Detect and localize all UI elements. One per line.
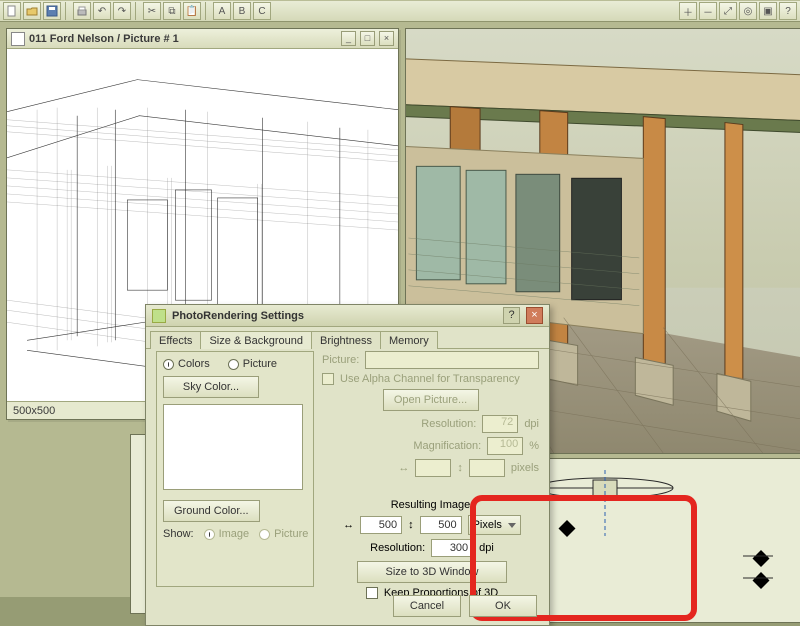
tool-redo-icon[interactable]: ↷ — [113, 2, 131, 20]
radio-colors[interactable]: Colors — [163, 358, 210, 370]
tool-save-icon[interactable] — [43, 2, 61, 20]
sky-color-swatch[interactable] — [163, 404, 303, 490]
tool-b-icon[interactable]: B — [233, 2, 251, 20]
minimize-button[interactable]: _ — [341, 31, 356, 46]
preview-sys-icon — [11, 32, 25, 46]
dialog-app-icon — [152, 309, 166, 323]
tool-a-icon[interactable]: A — [213, 2, 231, 20]
maximize-button[interactable]: □ — [360, 31, 375, 46]
resulting-image-heading: Resulting Image: — [391, 499, 474, 511]
hv-arrow-icon: ↔ — [398, 462, 409, 474]
photorendering-settings-dialog: PhotoRendering Settings ? × Effects Size… — [145, 304, 550, 626]
plan-drawing — [527, 466, 787, 616]
tool-cut-icon[interactable]: ✂ — [143, 2, 161, 20]
tool-new-icon[interactable] — [3, 2, 21, 20]
result-height-field[interactable] — [420, 516, 462, 534]
tool-copy-icon[interactable]: ⧉ — [163, 2, 181, 20]
alpha-label: Use Alpha Channel for Transparency — [340, 373, 520, 385]
radio-picture[interactable]: Picture — [228, 358, 277, 370]
preview-titlebar[interactable]: 011 Ford Nelson / Picture # 1 _ □ × — [7, 29, 398, 49]
pic-mag-field: 100 — [487, 437, 523, 455]
dialog-title: PhotoRendering Settings — [172, 310, 497, 322]
tool-3d-icon[interactable]: ▣ — [759, 2, 777, 20]
plan-viewport-b[interactable] — [512, 458, 800, 623]
preview-size-label: 500x500 — [13, 405, 55, 417]
size-to-3d-button[interactable]: Size to 3D Window — [357, 561, 507, 583]
tab-size-background[interactable]: Size & Background — [200, 331, 312, 349]
dialog-body: Colors Picture Sky Color... Ground Color… — [146, 349, 549, 625]
radio-show-picture: Picture — [259, 528, 308, 540]
result-res-label: Resolution: — [370, 542, 425, 554]
pic-res-label: Resolution: — [421, 418, 476, 430]
result-unit-label: Pixels — [473, 519, 502, 531]
right-column: Picture: Use Alpha Channel for Transpare… — [322, 351, 539, 619]
radio-colors-label: Colors — [178, 358, 210, 370]
ok-button[interactable]: OK — [469, 595, 537, 617]
result-res-field[interactable] — [431, 539, 473, 557]
preview-title: 011 Ford Nelson / Picture # 1 — [29, 33, 337, 45]
radio-show-picture-label: Picture — [274, 528, 308, 540]
close-preview-button[interactable]: × — [379, 31, 394, 46]
vh-arrow-icon: ↕ — [457, 462, 463, 474]
picture-path-field — [365, 351, 539, 369]
radio-picture-label: Picture — [243, 358, 277, 370]
pic-res-field: 72 — [482, 415, 518, 433]
tool-c-icon[interactable]: C — [253, 2, 271, 20]
result-width-field[interactable] — [360, 516, 402, 534]
pic-res-unit: dpi — [524, 418, 539, 430]
dialog-help-button[interactable]: ? — [503, 307, 520, 324]
app-root: ↶ ↷ ✂ ⧉ 📋 A B C ＋ － ⤢ ◎ ▣ ? 011 Ford Nel… — [0, 0, 800, 597]
radio-show-image-label: Image — [219, 528, 250, 540]
open-picture-button: Open Picture... — [383, 389, 479, 411]
height-arrow-icon: ↕ — [408, 519, 414, 531]
tool-zoomin-icon[interactable]: ＋ — [679, 2, 697, 20]
cancel-button[interactable]: Cancel — [393, 595, 461, 617]
pic-px-unit: pixels — [511, 462, 539, 474]
show-label: Show: — [163, 528, 194, 540]
chevron-down-icon — [508, 523, 516, 528]
alpha-checkbox — [322, 373, 334, 385]
tool-fit-icon[interactable]: ⤢ — [719, 2, 737, 20]
tool-print-icon[interactable] — [73, 2, 91, 20]
picture-field-label: Picture: — [322, 354, 359, 366]
tool-undo-icon[interactable]: ↶ — [93, 2, 111, 20]
tool-render-icon[interactable]: ◎ — [739, 2, 757, 20]
tool-zoomout-icon[interactable]: － — [699, 2, 717, 20]
tool-open-icon[interactable] — [23, 2, 41, 20]
ground-color-button[interactable]: Ground Color... — [163, 500, 260, 522]
dialog-tabs: Effects Size & Background Brightness Mem… — [146, 327, 549, 349]
pic-mag-label: Magnification: — [413, 440, 481, 452]
workspace: 011 Ford Nelson / Picture # 1 _ □ × — [0, 22, 800, 597]
tool-paste-icon[interactable]: 📋 — [183, 2, 201, 20]
tab-brightness[interactable]: Brightness — [311, 331, 381, 349]
pic-mag-unit: % — [529, 440, 539, 452]
background-groupbox: Colors Picture Sky Color... Ground Color… — [156, 351, 314, 587]
width-arrow-icon: ↔ — [343, 519, 354, 531]
tab-effects[interactable]: Effects — [150, 331, 201, 349]
result-unit-select[interactable]: Pixels — [468, 515, 521, 535]
sky-color-button[interactable]: Sky Color... — [163, 376, 259, 398]
dialog-close-button[interactable]: × — [526, 307, 543, 324]
dialog-titlebar[interactable]: PhotoRendering Settings ? × — [146, 305, 549, 327]
dialog-buttons: Cancel OK — [146, 595, 549, 625]
tool-help-icon[interactable]: ? — [779, 2, 797, 20]
result-res-unit: dpi — [479, 542, 494, 554]
radio-show-image: Image — [204, 528, 250, 540]
tab-memory[interactable]: Memory — [380, 331, 438, 349]
pic-h-field — [469, 459, 505, 477]
main-toolbar: ↶ ↷ ✂ ⧉ 📋 A B C ＋ － ⤢ ◎ ▣ ? — [0, 0, 800, 22]
pic-w-field — [415, 459, 451, 477]
